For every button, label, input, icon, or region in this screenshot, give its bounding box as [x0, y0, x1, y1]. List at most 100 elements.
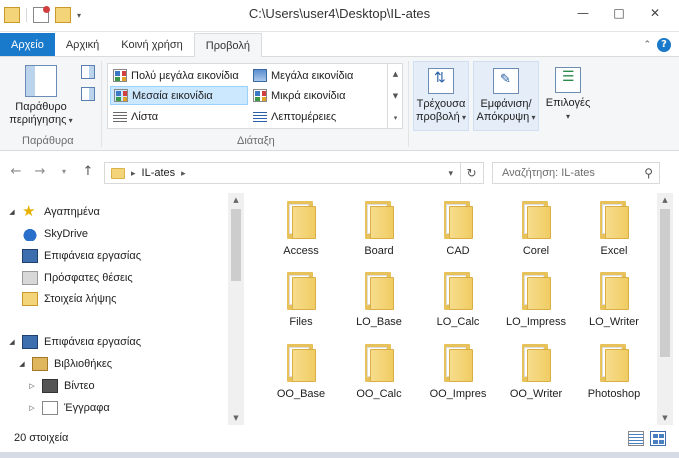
chevron-right-icon[interactable]: ▸ — [181, 168, 186, 179]
group-separator — [101, 61, 102, 147]
nav-item-recent-places[interactable]: Πρόσφατες θέσεις — [22, 271, 133, 285]
nav-item-favorites[interactable]: ◢ ★ Αγαπημένα — [8, 203, 100, 220]
nav-item-skydrive[interactable]: SkyDrive — [22, 227, 88, 241]
address-dropdown-icon[interactable]: ▾ — [448, 168, 453, 179]
folder-item[interactable]: Photoshop — [576, 336, 652, 406]
nav-item-downloads[interactable]: Στοιχεία λήψης — [22, 292, 116, 306]
folder-item[interactable]: OO_Base — [263, 336, 339, 406]
nav-item-desktop[interactable]: Επιφάνεια εργασίας — [22, 249, 141, 263]
folder-item[interactable]: OO_Writer — [498, 336, 574, 406]
gallery-up-icon[interactable]: ▲ — [393, 70, 398, 78]
folder-name: Files — [289, 316, 313, 328]
recent-locations-button[interactable]: ▾ — [56, 164, 72, 180]
layout-gallery-scroll[interactable]: ▲ ▼ ▾ — [387, 63, 403, 129]
current-view-button[interactable]: Τρέχουσα προβολή ▾ — [413, 61, 469, 131]
star-icon: ★ — [22, 203, 36, 220]
tab-home[interactable]: Αρχική — [55, 33, 110, 56]
folder-name: Excel — [600, 245, 628, 257]
folder-item[interactable]: Excel — [576, 193, 652, 263]
minimize-button[interactable]: — — [565, 2, 601, 24]
refresh-button[interactable]: ↻ — [460, 163, 482, 183]
close-button[interactable]: ✕ — [637, 2, 673, 24]
options-button[interactable]: Επιλογές ▾ — [542, 61, 594, 131]
nav-item-desktop-root[interactable]: ◢ Επιφάνεια εργασίας — [8, 335, 141, 349]
folder-item[interactable]: CAD — [420, 193, 496, 263]
folder-item[interactable]: LO_Writer — [576, 264, 652, 334]
folder-item[interactable]: Access — [263, 193, 339, 263]
layout-medium-icons[interactable]: Μεσαία εικονίδια — [110, 86, 248, 105]
search-icon[interactable]: ⚲ — [644, 166, 653, 180]
ribbon-collapse-icon[interactable]: ⌃ — [643, 40, 651, 50]
folder-icon — [443, 344, 473, 382]
collapse-arrow-icon[interactable]: ▷ — [28, 382, 36, 390]
navigation-pane-button[interactable]: Παράθυρο περιήγησης ▾ — [6, 63, 76, 131]
scroll-down-icon[interactable]: ▼ — [228, 414, 244, 422]
gallery-down-icon[interactable]: ▼ — [393, 92, 398, 100]
expand-icon[interactable]: ◢ — [8, 338, 16, 346]
folder-icon — [364, 272, 394, 310]
content-scrollbar[interactable]: ▲ ▼ — [657, 193, 673, 425]
folder-item[interactable]: OO_Calc — [341, 336, 417, 406]
breadcrumb-segment[interactable]: IL-ates — [142, 167, 176, 179]
back-button[interactable]: ← — [8, 164, 24, 180]
folder-name: Photoshop — [587, 388, 641, 400]
folder-item[interactable]: LO_Base — [341, 264, 417, 334]
status-bar: 20 στοιχεία — [0, 426, 679, 452]
nav-item-documents[interactable]: ▷ Έγγραφα — [28, 401, 110, 415]
cloud-icon — [22, 227, 38, 241]
gallery-more-icon[interactable]: ▾ — [394, 114, 398, 122]
large-icons-view-icon[interactable] — [650, 431, 666, 446]
details-view-icon[interactable] — [628, 431, 644, 446]
layout-small-icons[interactable]: Μικρά εικονίδια — [250, 86, 390, 105]
address-bar[interactable]: ▸ IL-ates ▸ ▾ — [104, 162, 484, 184]
folder-item[interactable]: LO_Impress — [498, 264, 574, 334]
folder-item[interactable]: LO_Calc — [420, 264, 496, 334]
collapse-arrow-icon[interactable]: ▷ — [28, 404, 36, 412]
folder-item[interactable]: OO_Impres — [420, 336, 496, 406]
scrollbar-thumb[interactable] — [231, 209, 241, 281]
folder-name: LO_Writer — [589, 316, 639, 328]
folder-item[interactable]: Files — [263, 264, 339, 334]
tab-view[interactable]: Προβολή — [193, 33, 262, 57]
window-controls: — □ ✕ — [565, 2, 673, 24]
tab-file[interactable]: Αρχείο — [0, 33, 55, 56]
layout-large-icons[interactable]: Μεγάλα εικονίδια — [250, 66, 390, 85]
scroll-down-icon[interactable]: ▼ — [657, 414, 673, 422]
expand-icon[interactable]: ◢ — [18, 360, 26, 368]
maximize-button[interactable]: □ — [601, 2, 637, 24]
layout-list[interactable]: Λίστα — [110, 107, 250, 126]
forward-button[interactable]: → — [32, 164, 48, 180]
preview-pane-icon[interactable] — [81, 65, 95, 79]
layout-details[interactable]: Λεπτομέρειες — [250, 107, 390, 126]
layout-gallery: Πολύ μεγάλα εικονίδια Μεγάλα εικονίδια Μ… — [107, 63, 403, 129]
nav-item-libraries[interactable]: ◢ Βιβλιοθήκες — [18, 357, 112, 371]
scrollbar-thumb[interactable] — [660, 209, 670, 357]
scroll-up-icon[interactable]: ▲ — [657, 196, 673, 204]
desktop-icon — [22, 335, 38, 349]
folder-icon — [364, 344, 394, 382]
scroll-up-icon[interactable]: ▲ — [228, 196, 244, 204]
tab-share[interactable]: Κοινή χρήση — [110, 33, 194, 56]
show-hide-button[interactable]: Εμφάνιση/ Απόκρυψη ▾ — [473, 61, 539, 131]
folder-icon — [599, 272, 629, 310]
chevron-right-icon[interactable]: ▸ — [131, 168, 136, 179]
folder-icon — [599, 201, 629, 239]
details-pane-icon[interactable] — [81, 87, 95, 101]
up-button[interactable]: ↑ — [80, 164, 96, 180]
search-input[interactable]: Αναζήτηση: IL-ates ⚲ — [492, 162, 660, 184]
show-hide-icon — [493, 68, 519, 94]
nav-item-videos[interactable]: ▷ Βίντεο — [28, 379, 95, 393]
folder-name: LO_Base — [356, 316, 402, 328]
medium-icons-icon — [114, 89, 128, 102]
expand-icon[interactable]: ◢ — [8, 208, 16, 216]
layout-extra-large-icons[interactable]: Πολύ μεγάλα εικονίδια — [110, 66, 250, 85]
help-icon[interactable]: ? — [657, 37, 671, 52]
item-count: 20 στοιχεία — [14, 432, 69, 444]
desktop-icon — [22, 249, 38, 263]
file-list: Access Board CAD Corel Excel Files LO_Base LO_C… — [245, 193, 657, 425]
nav-pane-scrollbar[interactable]: ▲ ▼ — [228, 193, 244, 425]
navigation-pane-label: Παράθυρο περιήγησης ▾ — [9, 101, 73, 126]
folder-icon — [443, 272, 473, 310]
folder-item[interactable]: Corel — [498, 193, 574, 263]
folder-item[interactable]: Board — [341, 193, 417, 263]
